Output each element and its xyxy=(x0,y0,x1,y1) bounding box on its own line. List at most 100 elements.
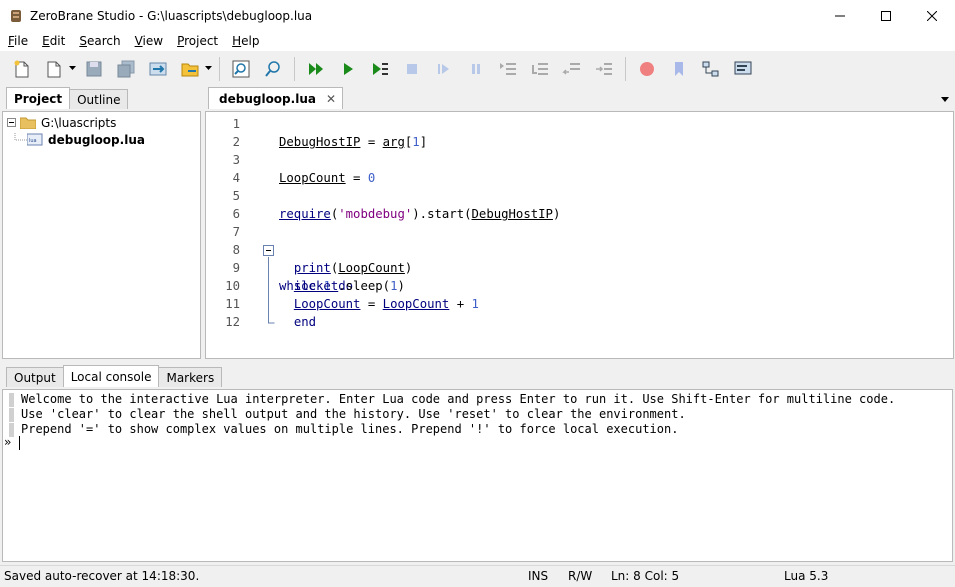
watch-window-icon xyxy=(734,61,752,74)
new-file-button[interactable] xyxy=(10,57,34,81)
run-to-cursor-icon xyxy=(596,62,612,75)
close-tab-icon[interactable]: ✕ xyxy=(326,92,336,106)
minimize-button[interactable] xyxy=(817,0,863,31)
code-line: 8 while 1 do xyxy=(232,243,354,293)
tab-project[interactable]: Project xyxy=(6,87,71,109)
status-bar: Saved auto-recover at 14:18:30. INS R/W … xyxy=(0,565,955,587)
tree-file-row[interactable]: lua debugloop.lua xyxy=(13,131,145,148)
tab-local-console[interactable]: Local console xyxy=(62,365,160,387)
watch-window-button[interactable] xyxy=(731,57,755,81)
fold-collapse-icon[interactable] xyxy=(263,245,274,256)
stop-button[interactable] xyxy=(400,57,424,81)
chevron-down-icon xyxy=(204,66,212,70)
status-message: Saved auto-recover at 14:18:30. xyxy=(4,569,200,583)
tree-file-label: debugloop.lua xyxy=(48,132,145,147)
start-debug-button[interactable] xyxy=(304,57,328,81)
console-marker xyxy=(9,408,14,422)
stack-window-button[interactable] xyxy=(699,57,723,81)
svg-text:lua: lua xyxy=(29,138,37,144)
tree-root-row[interactable]: G:\luascripts xyxy=(7,114,116,131)
tree-root-label: G:\luascripts xyxy=(41,115,117,130)
new-file-icon xyxy=(14,60,29,77)
open-file-button[interactable] xyxy=(42,57,66,81)
tab-markers[interactable]: Markers xyxy=(158,367,223,387)
console-marker xyxy=(9,393,14,407)
run-to-cursor-button[interactable] xyxy=(592,57,616,81)
menu-edit[interactable]: Edit xyxy=(34,34,71,48)
toggle-breakpoint-icon xyxy=(640,61,654,76)
fold-guide xyxy=(268,257,275,324)
save-button[interactable] xyxy=(82,57,106,81)
editor-panel: debugloop.lua ✕ 1 2 DebugHostIP = arg[1] … xyxy=(205,87,955,359)
title-bar[interactable]: ZeroBrane Studio - G:\luascripts\debuglo… xyxy=(0,0,955,31)
editor-tabs: debugloop.lua ✕ xyxy=(205,87,955,109)
run-now-icon xyxy=(373,62,388,75)
close-button[interactable] xyxy=(909,0,955,31)
find-icon xyxy=(232,60,250,77)
status-cursor-position: Ln: 8 Col: 5 xyxy=(611,569,680,583)
chevron-down-icon xyxy=(68,66,76,70)
run-button[interactable] xyxy=(336,57,360,81)
tab-output[interactable]: Output xyxy=(6,367,64,387)
tab-list-dropdown-icon[interactable] xyxy=(941,97,949,102)
status-insert-mode: INS xyxy=(528,569,549,583)
save-all-icon xyxy=(117,60,135,77)
step-over-button[interactable] xyxy=(432,57,456,81)
step-out-button[interactable] xyxy=(528,57,552,81)
app-icon xyxy=(11,9,21,22)
local-console[interactable]: Welcome to the interactive Lua interpret… xyxy=(2,389,953,562)
menu-bar: File Edit Search View Project Help xyxy=(0,31,955,51)
menu-help[interactable]: Help xyxy=(224,34,265,48)
close-icon xyxy=(927,10,937,21)
project-directory-button[interactable] xyxy=(146,57,170,81)
break-icon xyxy=(472,63,480,74)
tab-outline[interactable]: Outline xyxy=(69,89,129,109)
step-out-icon xyxy=(532,62,548,75)
step-back-button[interactable] xyxy=(560,57,584,81)
maximize-button[interactable] xyxy=(863,0,909,31)
bottom-panel: Output Local console Markers Welcome to … xyxy=(0,365,955,562)
toggle-bookmark-button[interactable] xyxy=(667,57,691,81)
step-into-button[interactable] xyxy=(496,57,520,81)
menu-project[interactable]: Project xyxy=(169,34,224,48)
menu-search[interactable]: Search xyxy=(71,34,126,48)
step-back-icon xyxy=(562,62,580,75)
lua-file-icon: lua xyxy=(27,133,43,146)
project-directory-icon xyxy=(149,62,167,75)
save-icon xyxy=(86,61,102,76)
replace-in-files-button[interactable] xyxy=(261,57,285,81)
code-line: 1 xyxy=(232,117,240,131)
code-line: 9 print(LoopCount) xyxy=(232,261,413,275)
code-line: 2 DebugHostIP = arg[1] xyxy=(232,135,428,149)
project-panel: Project Outline G:\luascripts lua debugl… xyxy=(0,87,202,359)
recent-projects-button[interactable] xyxy=(178,57,202,81)
code-editor[interactable]: 1 2 DebugHostIP = arg[1] 3 4 LoopCount = 0… xyxy=(205,111,954,359)
recent-projects-dropdown[interactable] xyxy=(204,66,212,71)
run-icon xyxy=(344,62,353,75)
recent-projects-icon xyxy=(181,63,199,76)
status-access: R/W xyxy=(568,569,593,583)
bookmark-icon xyxy=(675,61,683,76)
open-file-dropdown[interactable] xyxy=(68,66,76,71)
console-prompt: » xyxy=(4,435,12,449)
project-tree[interactable]: G:\luascripts lua debugloop.lua xyxy=(2,111,201,359)
break-button[interactable] xyxy=(464,57,488,81)
code-line: 3 xyxy=(232,153,240,167)
code-line: 4 LoopCount = 0 xyxy=(232,171,376,185)
project-panel-tabs: Project Outline xyxy=(0,87,202,109)
code-line: 12 end xyxy=(225,315,317,329)
toolbar-separator xyxy=(625,56,626,81)
find-button[interactable] xyxy=(229,57,253,81)
toggle-breakpoint-button[interactable] xyxy=(635,57,659,81)
code-line: 5 xyxy=(232,189,240,203)
editor-tab-debugloop[interactable]: debugloop.lua ✕ xyxy=(208,87,344,109)
toolbar-separator xyxy=(219,56,220,81)
menu-file[interactable]: File xyxy=(0,34,34,48)
code-line: 11 LoopCount = LoopCount + 1 xyxy=(225,297,479,311)
code-line: 10 socket.sleep(1) xyxy=(225,279,405,293)
open-file-icon xyxy=(47,61,61,77)
status-interpreter[interactable]: Lua 5.3 xyxy=(784,569,828,583)
run-now-button[interactable] xyxy=(368,57,392,81)
save-all-button[interactable] xyxy=(114,57,138,81)
menu-view[interactable]: View xyxy=(127,34,169,48)
